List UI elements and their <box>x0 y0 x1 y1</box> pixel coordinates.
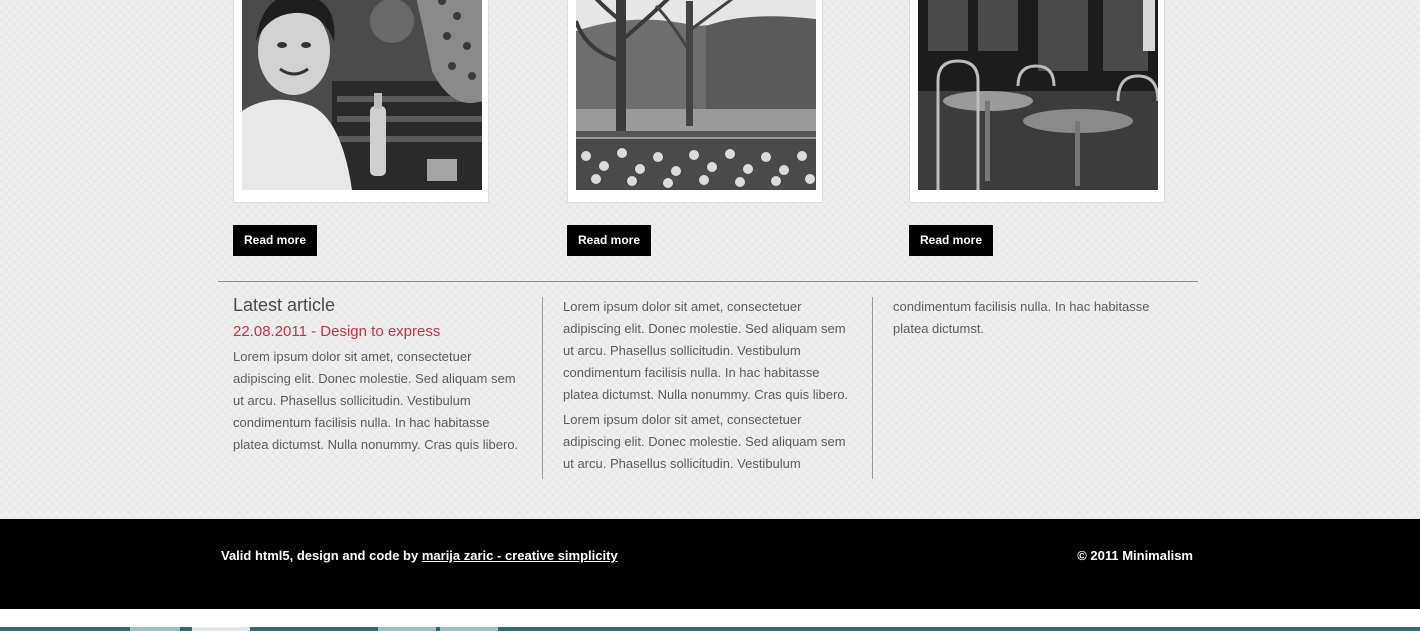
article-paragraph: Lorem ipsum dolor sit amet, consectetuer… <box>563 299 849 402</box>
park-lake-photo[interactable] <box>576 0 816 190</box>
gallery-thumb-2[interactable] <box>567 0 823 203</box>
latest-article-heading: Latest article <box>233 295 336 315</box>
latest-article-column-3: condimentum facilisis nulla. In hac habi… <box>893 296 1185 340</box>
article-paragraph: condimentum facilisis nulla. In hac habi… <box>893 299 1150 336</box>
taskbar <box>0 609 1420 631</box>
latest-article-column-2: Lorem ipsum dolor sit amet, consectetuer… <box>563 296 855 475</box>
footer-copyright: © 2011 Minimalism <box>1077 548 1193 563</box>
woman-laughing-photo[interactable] <box>242 0 482 190</box>
read-more-button[interactable]: Read more <box>233 225 317 256</box>
section-divider <box>218 281 1198 282</box>
designer-link[interactable]: marija zaric - creative simplicity <box>422 548 618 563</box>
taskbar-button[interactable] <box>440 627 498 631</box>
cafe-terrace-photo[interactable] <box>918 0 1158 190</box>
taskbar-button[interactable] <box>130 627 180 631</box>
read-more-button[interactable]: Read more <box>567 225 651 256</box>
read-more-button[interactable]: Read more <box>909 225 993 256</box>
article-paragraph: Lorem ipsum dolor sit amet, consectetuer… <box>233 349 519 452</box>
gallery-thumb-1[interactable] <box>233 0 489 203</box>
column-divider <box>542 297 543 479</box>
column-divider <box>872 297 873 479</box>
taskbar-button[interactable] <box>192 627 250 631</box>
latest-article-column-1: Latest article 22.08.2011 - Design to ex… <box>233 294 525 456</box>
site-footer: Valid html5, design and code by marija z… <box>0 519 1420 609</box>
footer-credit-text: Valid html5, design and code by <box>221 548 419 563</box>
gallery-thumb-3[interactable] <box>909 0 1165 203</box>
footer-credit: Valid html5, design and code by marija z… <box>221 548 618 563</box>
article-paragraph: Lorem ipsum dolor sit amet, consectetuer… <box>563 412 846 471</box>
taskbar-button[interactable] <box>378 627 436 631</box>
article-date-title[interactable]: 22.08.2011 - Design to express <box>233 322 525 342</box>
